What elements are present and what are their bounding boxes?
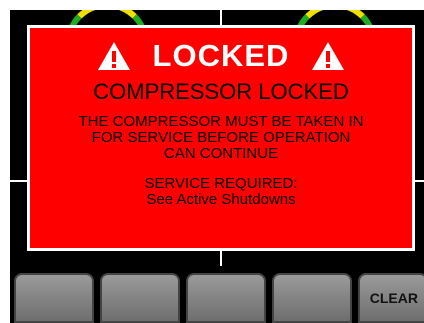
alert-headline: COMPRESSOR LOCKED	[93, 79, 349, 104]
softkey-3[interactable]	[186, 273, 266, 323]
softkey-4[interactable]	[272, 273, 352, 323]
divider-horizontal-left	[10, 180, 27, 182]
softkey-2[interactable]	[100, 273, 180, 323]
alert-message: THE COMPRESSOR MUST BE TAKEN IN FOR SERV…	[30, 114, 412, 162]
warning-triangle-icon	[312, 42, 345, 70]
locked-alert-panel: LOCKED COMPRESSOR LOCKED THE COMPRESSOR …	[27, 25, 415, 251]
service-line: SERVICE REQUIRED:	[144, 175, 298, 192]
softkey-1[interactable]	[14, 273, 94, 323]
alert-title: LOCKED	[152, 38, 290, 73]
message-line: THE COMPRESSOR MUST BE TAKEN IN	[78, 113, 364, 130]
message-line: CAN CONTINUE	[163, 145, 279, 162]
softkey-bar: CLEAR	[10, 266, 424, 323]
alert-title-row: LOCKED	[30, 34, 412, 78]
warning-triangle-icon	[97, 42, 130, 70]
message-line: FOR SERVICE BEFORE OPERATION	[91, 129, 351, 146]
clear-button[interactable]: CLEAR	[358, 273, 424, 323]
screen-frame: LOCKED COMPRESSOR LOCKED THE COMPRESSOR …	[10, 10, 424, 323]
service-line: See Active Shutdowns	[146, 191, 296, 208]
service-required-text: SERVICE REQUIRED: See Active Shutdowns	[30, 176, 412, 208]
